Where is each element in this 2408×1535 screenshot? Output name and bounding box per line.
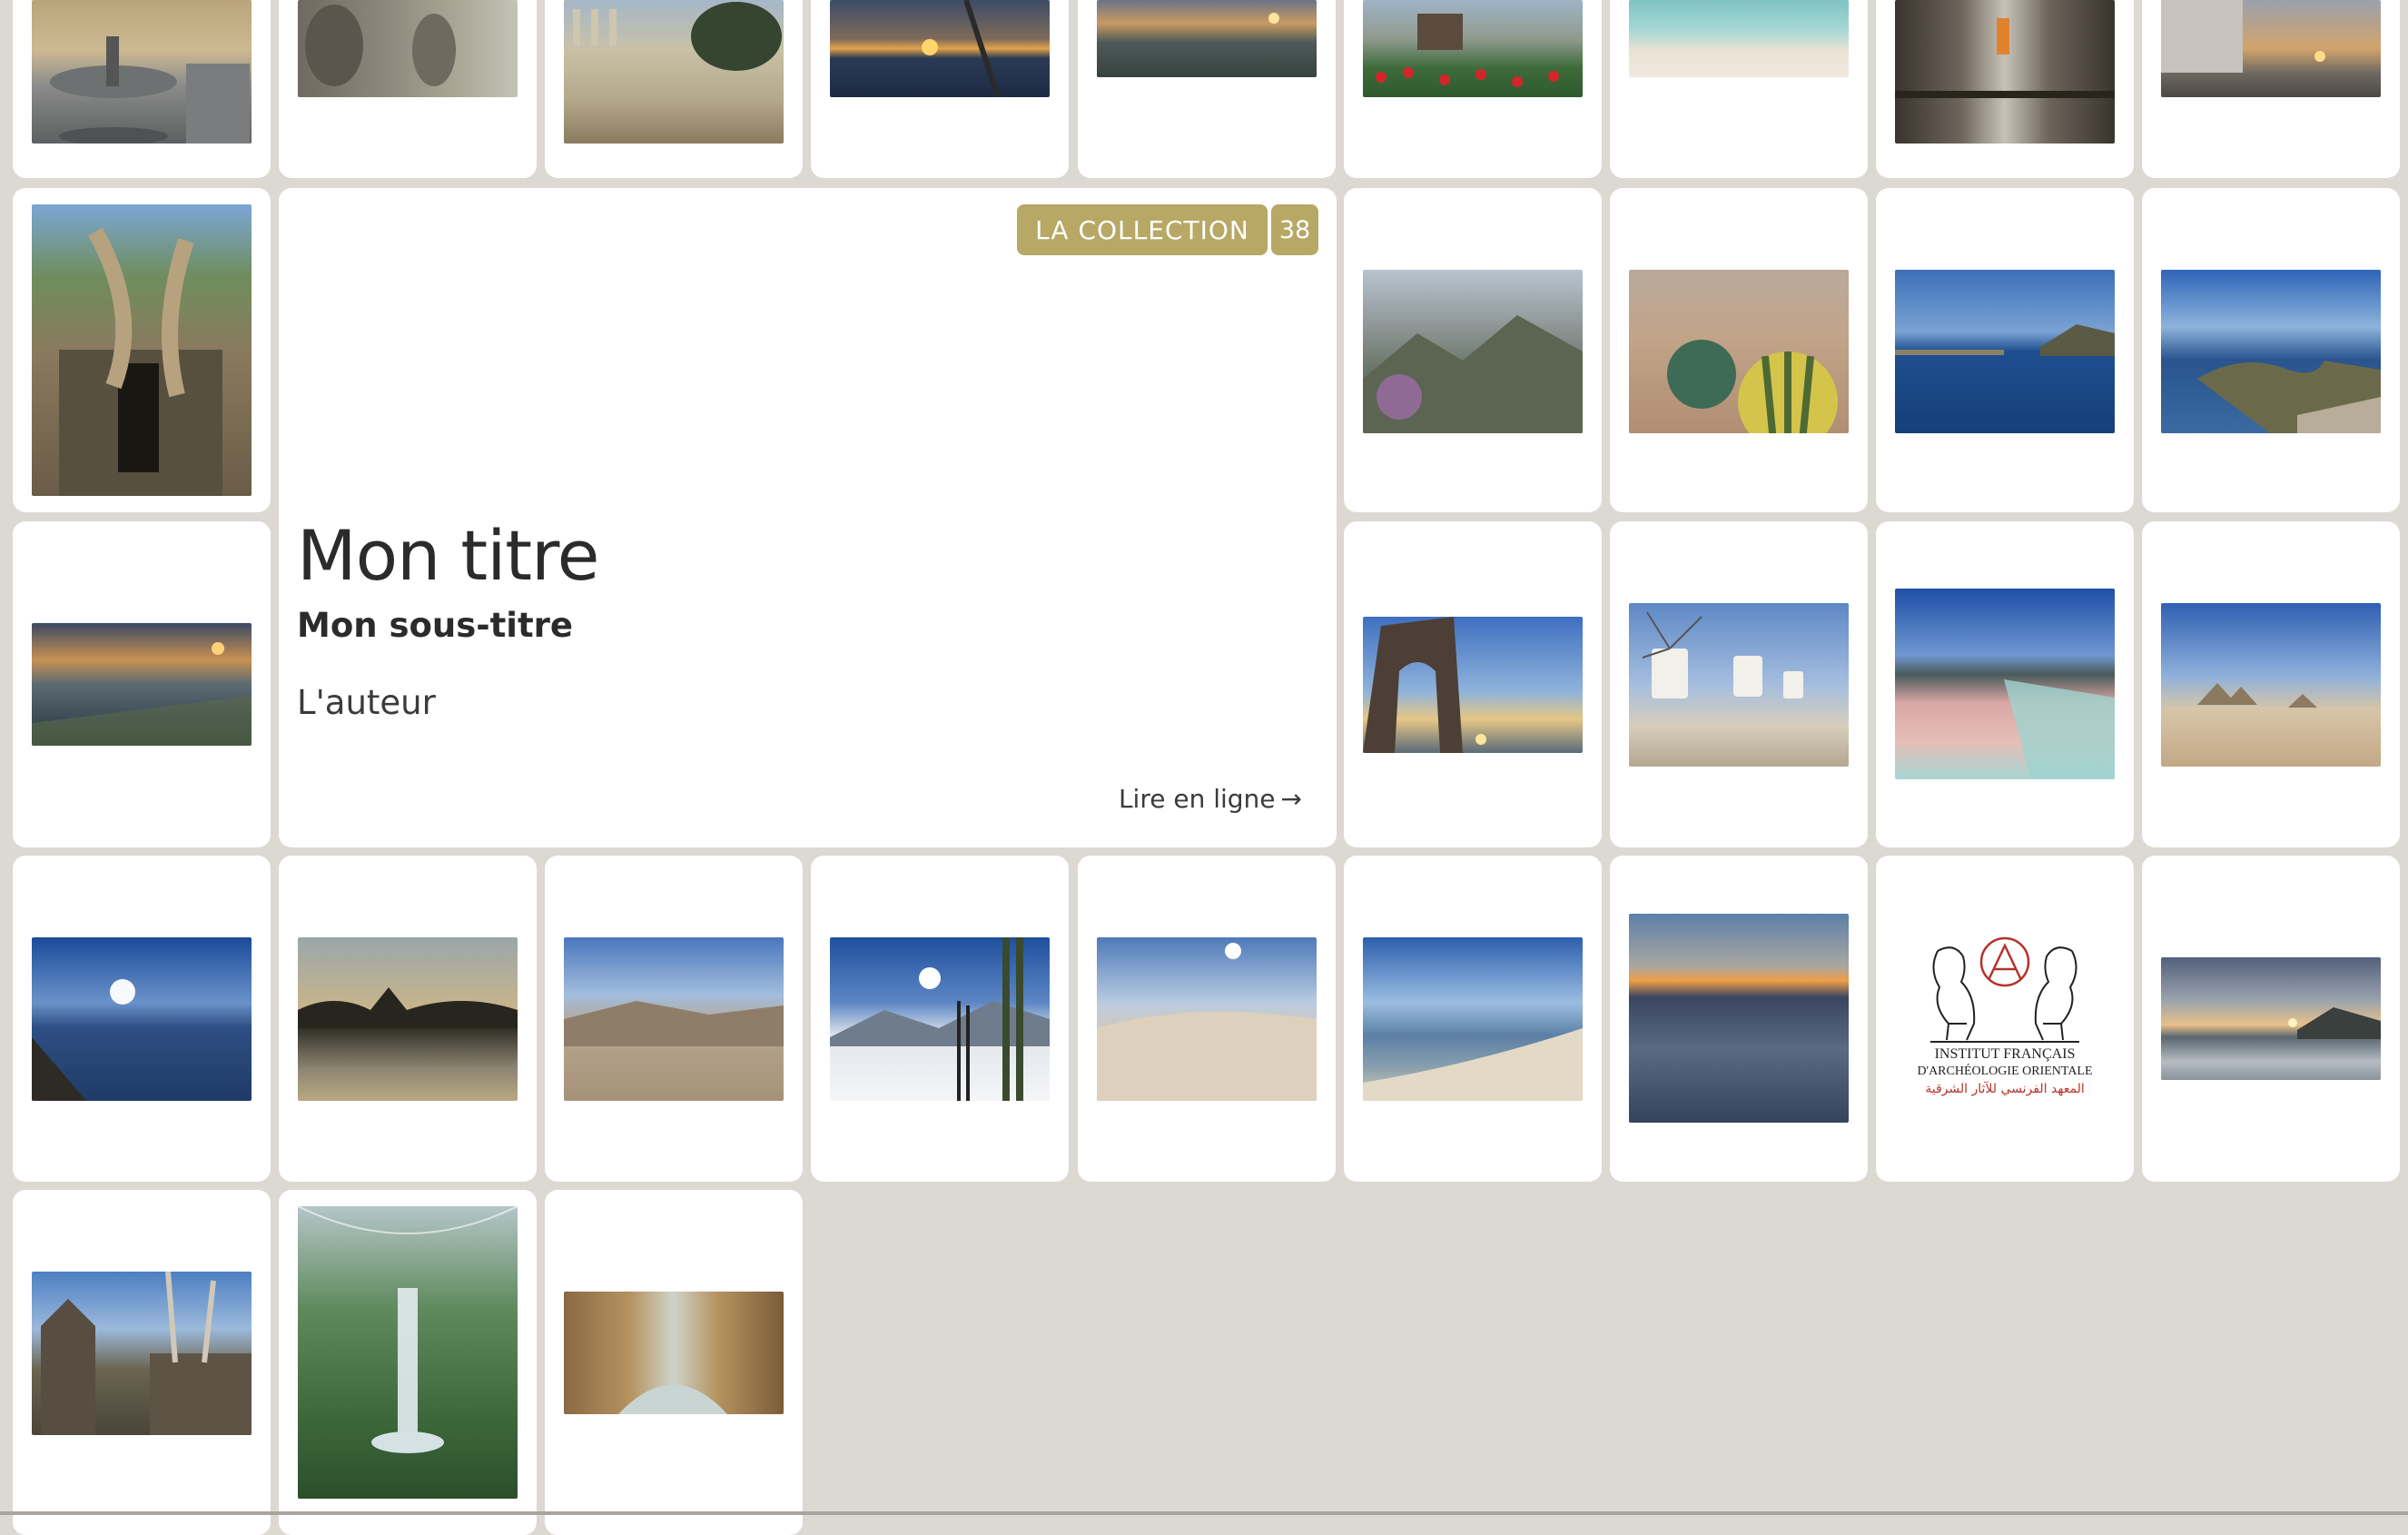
- photo-card[interactable]: [1876, 188, 2134, 512]
- photo-indoor-waterfall: [298, 1206, 518, 1499]
- photo-monk-in-corridor: [1895, 0, 2115, 144]
- photo-card[interactable]: [2142, 856, 2400, 1182]
- collection-title: Mon titre: [297, 515, 599, 596]
- photo-sunset-over-sea: [830, 0, 1050, 97]
- photo-card[interactable]: [2142, 521, 2400, 847]
- institute-logo: INSTITUT FRANÇAIS D'ARCHÉOLOGIE ORIENTAL…: [1912, 933, 2097, 1105]
- photo-desert-valley: [564, 937, 784, 1101]
- photo-card[interactable]: [1876, 521, 2134, 847]
- photo-card[interactable]: [811, 856, 1069, 1182]
- photo-stone-faces-temple: [298, 0, 518, 97]
- photo-card[interactable]: [13, 856, 271, 1182]
- photo-sun-over-lake: [32, 937, 252, 1101]
- photo-monastery-cliffs: [1363, 270, 1583, 433]
- window-bottom-edge: [0, 1511, 2408, 1515]
- photo-hot-air-balloons: [1629, 270, 1849, 433]
- logo-line1: INSTITUT FRANÇAIS: [1935, 1046, 2076, 1062]
- photo-stone-arch-sunset: [1363, 617, 1583, 753]
- photo-temple-reflection: [298, 937, 518, 1101]
- photo-snowy-mountain-skis: [830, 937, 1050, 1101]
- photo-beach-shoreline: [1363, 937, 1583, 1101]
- photo-card[interactable]: [13, 1190, 271, 1535]
- photo-pink-beach: [1895, 589, 2115, 779]
- read-online-label: Lire en ligne: [1118, 784, 1276, 814]
- collection-card[interactable]: LA COLLECTION 38 Mon titre Mon sous-titr…: [279, 188, 1337, 847]
- photo-fountain-plaza: [32, 0, 252, 144]
- photo-building-at-sunset: [2161, 0, 2381, 97]
- photo-card[interactable]: [13, 521, 271, 847]
- photo-card[interactable]: [13, 0, 271, 178]
- photo-white-sand-beach: [1629, 0, 1849, 77]
- photo-card[interactable]: [1610, 188, 1868, 512]
- photo-card[interactable]: [279, 0, 537, 178]
- arrow-right-icon: →: [1280, 784, 1302, 814]
- photo-card[interactable]: [1610, 0, 1868, 178]
- photo-above-clouds: [1629, 914, 1849, 1123]
- photo-island-bay: [2161, 270, 2381, 433]
- photo-card[interactable]: [1078, 856, 1336, 1182]
- photo-card[interactable]: [1344, 521, 1602, 847]
- photo-tree-roots-temple: [32, 204, 252, 496]
- photo-card[interactable]: INSTITUT FRANÇAIS D'ARCHÉOLOGIE ORIENTAL…: [1876, 856, 2134, 1182]
- photo-card[interactable]: [1610, 856, 1868, 1182]
- photo-card[interactable]: [811, 0, 1069, 178]
- photo-card[interactable]: [2142, 0, 2400, 178]
- photo-card[interactable]: [545, 1190, 803, 1535]
- photo-pyramids: [2161, 603, 2381, 767]
- photo-temple-with-red-flowers: [1363, 0, 1583, 97]
- photo-card[interactable]: [279, 1190, 537, 1535]
- photo-calm-lake: [1895, 270, 2115, 433]
- photo-windmills: [1629, 603, 1849, 767]
- collection-count-badge: 38: [1271, 204, 1318, 255]
- photo-card[interactable]: [1344, 188, 1602, 512]
- photo-coast-sunset: [1097, 0, 1317, 77]
- photo-card[interactable]: [1344, 856, 1602, 1182]
- collection-subtitle: Mon sous-titre: [297, 606, 574, 645]
- photo-cloudy-coast-sunset: [2161, 957, 2381, 1080]
- photo-river-canyon: [564, 1292, 784, 1414]
- collection-badge[interactable]: LA COLLECTION: [1017, 204, 1268, 255]
- logo-line3: المعهد الفرنسي للآثار الشرقية: [1925, 1082, 2085, 1096]
- photo-temple-ruins-trees: [32, 1272, 252, 1435]
- photo-card[interactable]: [1344, 0, 1602, 178]
- photo-card[interactable]: [545, 0, 803, 178]
- photo-card[interactable]: [13, 188, 271, 512]
- photo-card[interactable]: [2142, 188, 2400, 512]
- photo-sand-dune: [1097, 937, 1317, 1101]
- photo-card[interactable]: [545, 856, 803, 1182]
- photo-sunset-beach: [32, 623, 252, 746]
- logo-line2: D'ARCHÉOLOGIE ORIENTALE: [1917, 1063, 2092, 1078]
- collection-author: L'auteur: [297, 683, 436, 722]
- photo-card[interactable]: [279, 856, 537, 1182]
- photo-card[interactable]: [1078, 0, 1336, 178]
- read-online-link[interactable]: Lire en ligne →: [1119, 784, 1302, 814]
- photo-card[interactable]: [1876, 0, 2134, 178]
- photo-greek-ruins-tree: [564, 0, 784, 144]
- photo-card[interactable]: [1610, 521, 1868, 847]
